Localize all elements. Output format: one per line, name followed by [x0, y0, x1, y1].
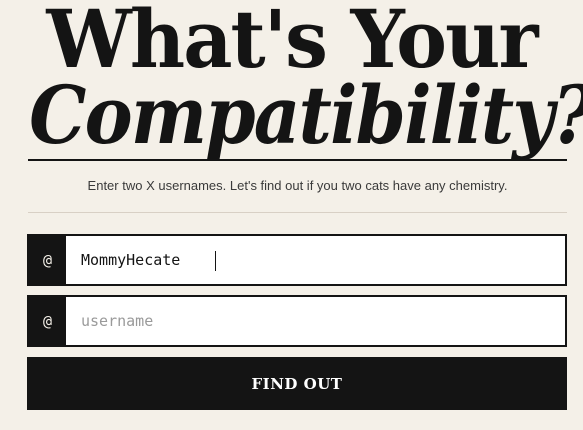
subtitle-text: Enter two X usernames. Let's find out if…: [87, 178, 508, 193]
username-input-2[interactable]: [67, 297, 567, 345]
subtitle-divider: [28, 212, 567, 213]
title-line-2: Compatibility?: [29, 68, 583, 162]
page-title: What's Your Compatibility?: [0, 0, 583, 160]
username-field-2: @: [27, 295, 567, 347]
compatibility-page: What's Your Compatibility? Enter two X u…: [0, 0, 583, 430]
at-sign-prefix: @: [29, 297, 66, 345]
text-caret: [215, 251, 216, 271]
username-input-1[interactable]: [67, 236, 567, 284]
at-sign-prefix: @: [29, 236, 66, 284]
title-divider: [28, 159, 567, 161]
find-out-button[interactable]: FIND OUT: [27, 357, 567, 410]
username-field-1: @: [27, 234, 567, 286]
